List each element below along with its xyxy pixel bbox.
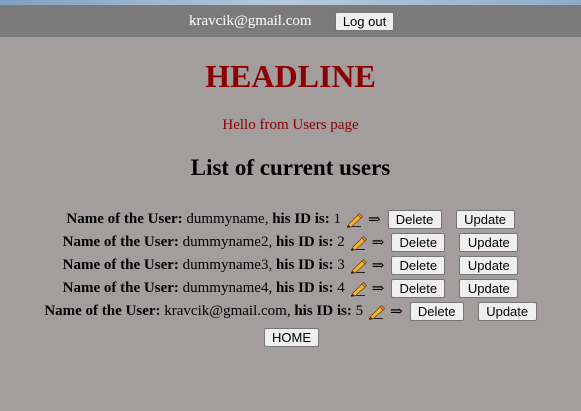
pencil-icon (349, 258, 367, 274)
user-row: Name of the User: dummyname4, his ID is:… (0, 277, 581, 300)
user-id: 5 (355, 303, 364, 319)
update-button[interactable]: Update (459, 233, 519, 252)
pencil-icon (349, 235, 367, 251)
update-button[interactable]: Update (477, 302, 537, 321)
user-id-label: his ID is: (275, 280, 334, 296)
greeting-text: Hello from Users page (222, 117, 359, 133)
update-button[interactable]: Update (455, 210, 515, 229)
delete-button[interactable]: Delete (391, 279, 446, 298)
update-button[interactable]: Update (459, 279, 519, 298)
user-name-label: Name of the User: (62, 280, 179, 296)
user-list-title: List of current users (190, 155, 391, 180)
user-name-label: Name of the User: (62, 234, 179, 250)
user-id-label: his ID is: (272, 211, 330, 227)
page-headline: HEADLINE (205, 58, 376, 94)
user-row: Name of the User: dummyname, his ID is: … (0, 208, 581, 231)
user-id-label: his ID is: (294, 303, 352, 319)
right-arrow-icon: ⇒ (371, 258, 385, 274)
pencil-icon (345, 212, 364, 228)
right-arrow-icon: ⇒ (371, 235, 385, 251)
user-name-label: Name of the User: (44, 303, 161, 319)
user-name-label: Name of the User: (66, 211, 183, 227)
top-bar: kravcik@gmail.com Log out (0, 5, 581, 37)
right-arrow-icon: ⇒ (371, 281, 385, 297)
update-button[interactable]: Update (459, 256, 519, 275)
delete-button[interactable]: Delete (387, 210, 442, 229)
user-id: 2 (337, 234, 345, 250)
user-row: Name of the User: dummyname3, his ID is:… (0, 254, 581, 277)
user-name: dummyname4 (182, 280, 269, 296)
user-row: Name of the User: kravcik@gmail.com, his… (0, 300, 581, 323)
right-arrow-icon: ⇒ (368, 212, 381, 228)
delete-button[interactable]: Delete (391, 256, 446, 275)
user-list: Name of the User: dummyname, his ID is: … (0, 208, 581, 323)
delete-button[interactable]: Delete (409, 302, 464, 321)
user-row: Name of the User: dummyname2, his ID is:… (0, 231, 581, 254)
user-name-label: Name of the User: (62, 257, 179, 273)
pencil-icon (367, 304, 386, 320)
user-name: dummyname2 (182, 234, 269, 250)
user-id: 4 (337, 280, 345, 296)
user-name: dummyname (186, 211, 265, 227)
user-id-label: his ID is: (275, 257, 334, 273)
user-id: 1 (333, 211, 342, 227)
delete-button[interactable]: Delete (391, 233, 446, 252)
pencil-icon (349, 281, 367, 297)
logout-button[interactable]: Log out (335, 12, 394, 31)
user-email: kravcik@gmail.com (189, 13, 312, 29)
home-button[interactable]: HOME (264, 328, 319, 347)
user-id-label: his ID is: (275, 234, 334, 250)
user-id: 3 (337, 257, 345, 273)
right-arrow-icon: ⇒ (390, 304, 403, 320)
user-name: kravcik@gmail.com (164, 303, 287, 319)
user-name: dummyname3 (182, 257, 269, 273)
